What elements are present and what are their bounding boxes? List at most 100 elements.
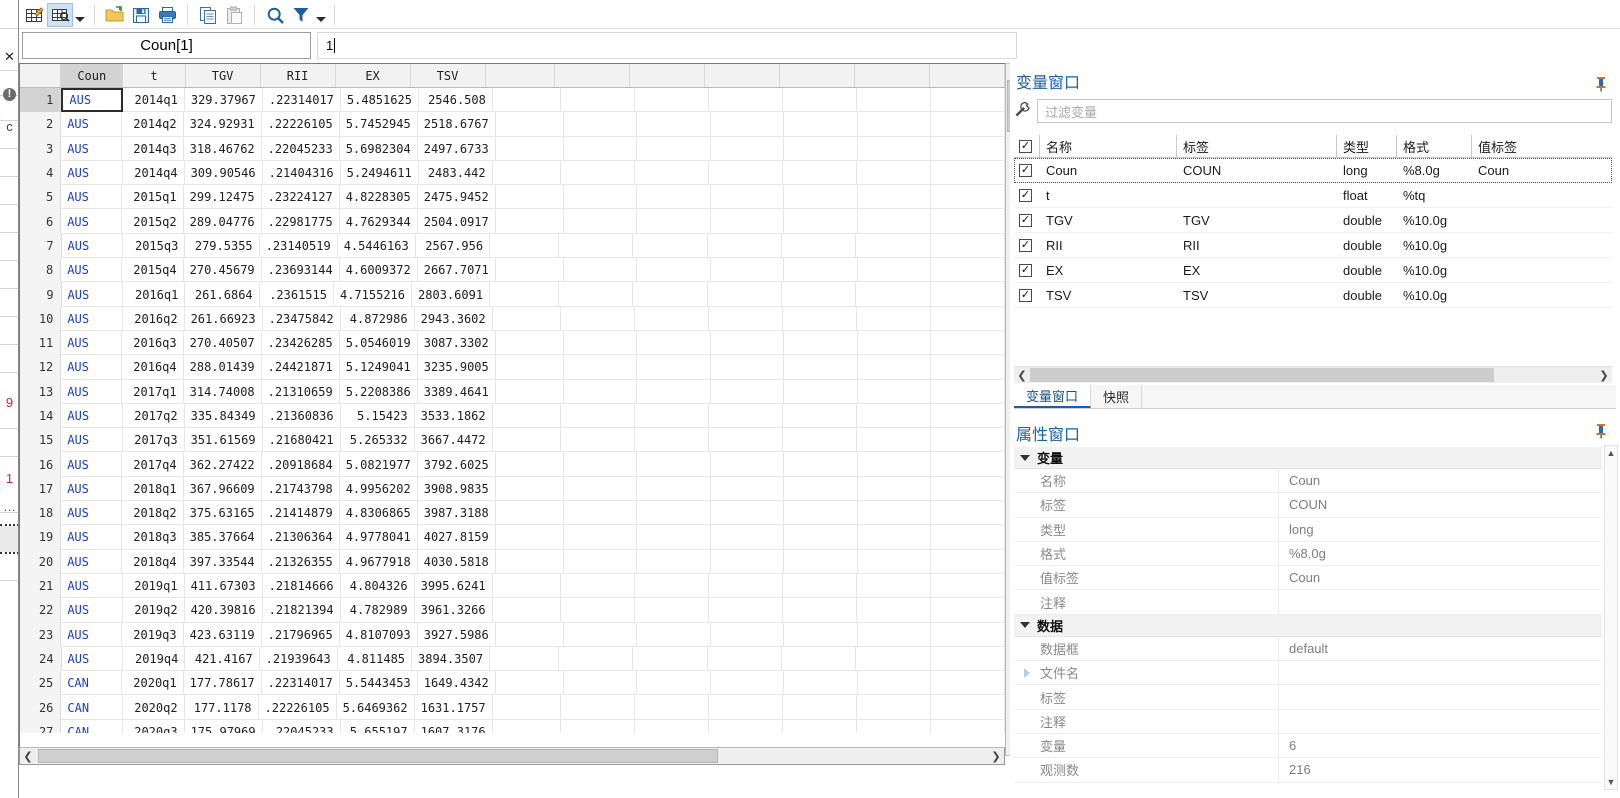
grid-cell-rii[interactable]: .21796965 (262, 622, 340, 647)
variable-cell-label[interactable]: TSV (1177, 283, 1337, 308)
grid-cell-t[interactable]: 2019q3 (122, 622, 184, 647)
row-number[interactable]: 18 (20, 501, 62, 526)
grid-column-header-tsv[interactable]: TSV (411, 64, 486, 87)
variable-cell-label[interactable]: COUN (1177, 158, 1337, 183)
table-row[interactable]: 11 AUS 2016q3 270.40507.23426285 5.0546019 30… (20, 330, 1005, 356)
grid-cell-coun[interactable]: CAN (61, 671, 123, 696)
grid-cell-ex[interactable]: 4.804326 (341, 573, 415, 599)
grid-cell-coun[interactable]: AUS (61, 160, 123, 186)
row-number[interactable]: 26 (20, 695, 62, 720)
grid-cell-ex[interactable]: 4.872986 (341, 306, 415, 331)
variable-cell-format[interactable]: %8.0g (1397, 158, 1472, 183)
cell-name-box[interactable]: Coun[1] (22, 32, 311, 59)
grid-cell-tsv[interactable]: 3533.1862 (415, 403, 493, 429)
grid-cell-tsv[interactable]: 3792.6025 (418, 452, 496, 477)
grid-cell-tsv[interactable]: 2518.6767 (418, 112, 496, 137)
grid-cell-tsv[interactable]: 3995.6241 (415, 573, 493, 599)
row-number[interactable]: 3 (20, 136, 62, 161)
grid-cell-ex[interactable]: 5.2494611 (341, 160, 419, 186)
data-editor-edit-icon[interactable] (21, 3, 47, 27)
grid-cell-t[interactable]: 2014q4 (123, 160, 185, 186)
grid-cell-tsv[interactable]: 3235.9005 (418, 355, 496, 380)
grid-cell-t[interactable]: 2016q3 (122, 330, 184, 356)
table-row[interactable]: 15 AUS 2017q3 351.61569.21680421 5.265332 366… (20, 428, 1005, 453)
grid-cell-t[interactable]: 2018q1 (122, 476, 184, 502)
grid-cell-t[interactable]: 2014q3 (122, 136, 184, 161)
row-number[interactable]: 9 (20, 282, 62, 307)
grid-cell-ex[interactable]: 5.6469362 (337, 695, 415, 720)
grid-cell-rii[interactable]: .21743798 (262, 476, 340, 502)
variable-cell-type[interactable]: float (1337, 183, 1397, 208)
row-number[interactable]: 5 (20, 185, 62, 210)
variable-cell-format[interactable]: %10.0g (1397, 208, 1472, 233)
variable-cell-type[interactable]: double (1337, 208, 1397, 233)
table-row[interactable]: 20 AUS 2018q4 397.33544.21326355 4.9677918 40… (20, 549, 1005, 574)
grid-cell-rii[interactable]: .21306364 (262, 525, 340, 550)
row-number[interactable]: 11 (20, 330, 62, 356)
grid-cell-rii[interactable]: .21360836 (263, 403, 341, 429)
table-row[interactable]: 27 CAN 2020q3 175.97969.22045233 5.655197 160… (20, 719, 1005, 733)
grid-cell-tgv[interactable]: 175.97969 (185, 719, 263, 733)
grid-cell-tgv[interactable]: 375.63165 (184, 501, 262, 526)
grid-cell-rii[interactable]: .22226105 (262, 112, 340, 137)
table-row[interactable]: 2 AUS 2014q2 324.92931.22226105 5.7452945 251… (20, 112, 1005, 137)
row-number[interactable]: 7 (20, 233, 62, 259)
variable-cell-vallabel[interactable] (1472, 208, 1552, 233)
property-group-header[interactable]: 变量 (1014, 447, 1602, 469)
table-row[interactable]: 12 AUS 2016q4 288.01439.24421871 5.1249041 32… (20, 355, 1005, 380)
grid-cell-tgv[interactable]: 289.04776 (184, 209, 262, 234)
grid-cell-rii[interactable]: .21404316 (263, 160, 341, 186)
grid-cell-tgv[interactable]: 279.5355 (185, 233, 260, 259)
grid-cell-ex[interactable]: 4.9956202 (340, 476, 418, 502)
grid-cell-t[interactable]: 2014q2 (122, 112, 184, 137)
filter-chevron-down-icon[interactable] (314, 3, 328, 27)
table-row[interactable]: 16 AUS 2017q4 362.27422.20918684 5.0821977 37… (20, 452, 1005, 477)
grid-column-header-tgv[interactable]: TGV (186, 64, 261, 87)
grid-cell-rii[interactable]: .21814666 (263, 573, 341, 599)
grid-cell-coun[interactable]: AUS (61, 330, 123, 356)
grid-cell-coun[interactable]: AUS (61, 549, 123, 574)
grid-cell-tgv[interactable]: 367.96609 (184, 476, 262, 502)
grid-cell-tgv[interactable]: 309.90546 (185, 160, 263, 186)
grid-cell-tgv[interactable]: 385.37664 (184, 525, 262, 550)
grid-cell-tgv[interactable]: 329.37967 (185, 88, 263, 113)
print-icon[interactable] (154, 3, 180, 27)
variable-cell-name[interactable]: EX (1040, 258, 1177, 283)
grid-column-header-ex[interactable]: EX (336, 64, 411, 87)
grid-cell-ex[interactable]: 5.1249041 (340, 355, 418, 380)
grid-cell-t[interactable]: 2017q2 (123, 403, 185, 429)
grid-cell-tsv[interactable]: 2504.0917 (418, 209, 496, 234)
variable-cell-type[interactable]: double (1337, 283, 1397, 308)
triangle-down-icon[interactable] (1020, 454, 1030, 461)
grid-cell-tgv[interactable]: 177.78617 (184, 671, 262, 696)
row-number[interactable]: 12 (20, 355, 62, 380)
grid-cell-tgv[interactable]: 177.1178 (185, 695, 259, 720)
row-number[interactable]: 23 (20, 622, 62, 647)
grid-cell-t[interactable]: 2018q3 (122, 525, 184, 550)
table-row[interactable]: 5 AUS 2015q1 299.12475.23224127 4.8228305 247… (20, 185, 1005, 210)
variable-cell-format[interactable]: %tq (1397, 183, 1472, 208)
table-row[interactable]: 6 AUS 2015q2 289.04776.22981775 4.7629344 250… (20, 209, 1005, 234)
grid-cell-t[interactable]: 2017q3 (123, 428, 185, 453)
grid-cell-tgv[interactable]: 261.6864 (185, 282, 260, 307)
property-value[interactable]: Coun (1279, 566, 1602, 589)
table-row[interactable]: 22 AUS 2019q2 420.39816.21821394 4.782989 396… (20, 598, 1005, 623)
variables-column-header-1[interactable]: 标签 (1177, 134, 1337, 158)
grid-cell-coun[interactable]: AUS (61, 88, 124, 113)
variable-cell-label[interactable]: TGV (1177, 208, 1337, 233)
property-value[interactable]: 216 (1279, 758, 1602, 781)
save-icon[interactable] (128, 3, 154, 27)
grid-cell-tsv[interactable]: 1649.4342 (418, 671, 496, 696)
grid-cell-tgv[interactable]: 270.45679 (184, 258, 262, 283)
variables-column-header-0[interactable]: 名称 (1040, 134, 1177, 158)
grid-cell-rii[interactable]: .21680421 (263, 428, 341, 453)
property-value[interactable]: %8.0g (1279, 542, 1602, 565)
triangle-down-icon[interactable] (1020, 622, 1030, 629)
grid-cell-t[interactable]: 2019q1 (123, 573, 185, 599)
grid-cell-tsv[interactable]: 4027.8159 (418, 525, 496, 550)
grid-cell-coun[interactable]: AUS (62, 646, 124, 672)
variable-cell-label[interactable] (1177, 183, 1337, 208)
grid-cell-ex[interactable]: 4.782989 (341, 598, 415, 623)
grid-cell-tsv[interactable]: 4030.5818 (418, 549, 496, 574)
grid-cell-ex[interactable]: 5.7452945 (340, 112, 418, 137)
